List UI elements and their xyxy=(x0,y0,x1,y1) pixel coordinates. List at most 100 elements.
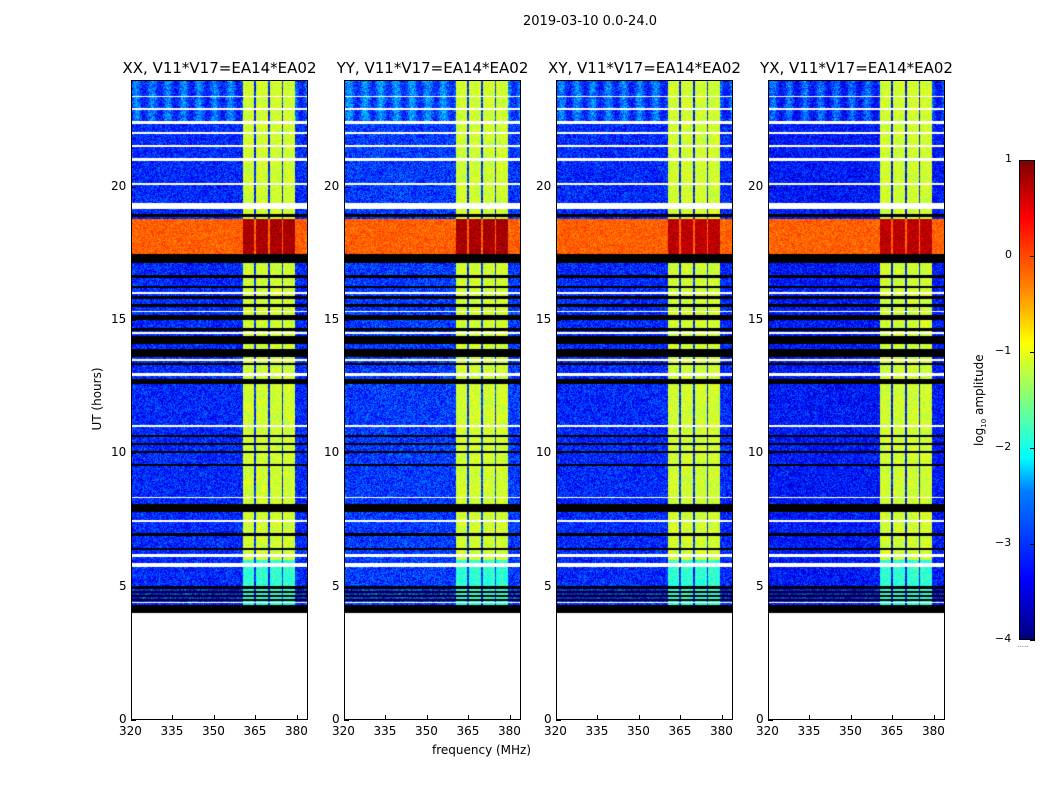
x-tick-mark xyxy=(509,715,511,720)
x-tick-label: 365 xyxy=(668,724,692,738)
colorbar-label-log: log xyxy=(971,427,986,447)
y-tick-label: 20 xyxy=(536,178,552,193)
y-tick-label: 15 xyxy=(324,312,340,326)
x-tick-mark xyxy=(172,715,174,720)
y-tick-label: 0 xyxy=(756,712,764,726)
panel-title: YX, V11*V17=EA14*EA02 xyxy=(760,59,953,77)
x-tick-mark xyxy=(892,715,894,720)
x-tick-label: 320 xyxy=(544,724,567,738)
y-tick-mark xyxy=(556,586,561,588)
colorbar-tick-label: 0 xyxy=(1005,248,1012,261)
colorbar-tick-mark xyxy=(1030,256,1035,257)
x-axis-label: frequency (MHz) xyxy=(432,743,532,757)
x-tick-label: 365 xyxy=(880,724,904,738)
spectrogram-panel xyxy=(344,80,521,720)
x-tick-label: 380 xyxy=(284,724,308,738)
y-tick-label: 15 xyxy=(748,312,764,326)
y-tick-mark xyxy=(556,320,561,321)
y-tick-label: 15 xyxy=(111,312,127,326)
y-tick-label: 10 xyxy=(324,445,340,460)
y-tick-label: 10 xyxy=(748,445,764,460)
y-tick-mark xyxy=(768,453,773,455)
x-tick-mark xyxy=(809,715,811,720)
x-tick-label: 320 xyxy=(332,724,355,738)
colorbar-tick-label: −3 xyxy=(995,536,1012,549)
y-tick-label: 0 xyxy=(544,712,552,726)
y-axis-label: UT (hours) xyxy=(90,367,104,431)
y-tick-mark xyxy=(768,320,773,321)
y-tick-mark xyxy=(768,586,773,588)
y-tick-mark xyxy=(768,186,773,188)
y-tick-label: 5 xyxy=(544,578,552,593)
colorbar-label-rest: amplitude xyxy=(971,354,986,419)
colorbar-tick-label: −1 xyxy=(995,344,1012,357)
y-tick-mark xyxy=(344,453,349,455)
x-tick-mark xyxy=(385,715,387,720)
y-tick-mark xyxy=(131,720,136,721)
x-tick-mark xyxy=(213,715,215,720)
y-tick-label: 0 xyxy=(119,712,127,726)
y-tick-label: 5 xyxy=(756,578,764,593)
y-tick-mark xyxy=(344,320,349,321)
x-tick-label: 380 xyxy=(921,724,945,738)
x-tick-mark xyxy=(721,715,723,720)
y-tick-mark xyxy=(131,186,136,188)
x-tick-label: 365 xyxy=(456,724,480,738)
x-tick-mark xyxy=(597,715,599,720)
x-tick-label: 320 xyxy=(756,724,779,738)
y-tick-mark xyxy=(344,720,349,721)
y-tick-mark xyxy=(556,186,561,188)
y-tick-label: 10 xyxy=(536,445,552,460)
panel-title: XY, V11*V17=EA14*EA02 xyxy=(548,59,741,77)
x-tick-label: 350 xyxy=(838,724,862,738)
x-tick-label: 365 xyxy=(243,724,267,738)
y-tick-label: 5 xyxy=(332,578,340,593)
figure: 2019-03-10 0.0-24.0 XX, V11*V17=EA14*EA0… xyxy=(0,0,1050,800)
x-tick-label: 350 xyxy=(626,724,650,738)
y-tick-label: 20 xyxy=(324,178,340,193)
y-tick-label: 20 xyxy=(748,178,764,193)
colorbar-tick-label: −4 xyxy=(995,632,1012,645)
y-tick-mark xyxy=(131,453,136,455)
colorbar-label-sub: 10 xyxy=(980,418,989,428)
colorbar-tick-mark xyxy=(1030,544,1035,545)
y-tick-label: 0 xyxy=(332,712,340,726)
x-tick-mark xyxy=(426,715,428,720)
heatmap-image xyxy=(132,81,307,719)
x-tick-mark xyxy=(850,715,852,720)
y-tick-label: 10 xyxy=(111,445,127,460)
colorbar xyxy=(1019,160,1035,640)
colorbar-tick-mark xyxy=(1030,448,1035,449)
spectrogram-panel xyxy=(768,80,945,720)
x-tick-label: 335 xyxy=(797,724,821,738)
x-tick-mark xyxy=(255,715,257,720)
x-tick-label: 335 xyxy=(373,724,397,738)
panel-title: XX, V11*V17=EA14*EA02 xyxy=(122,59,317,77)
x-tick-mark xyxy=(933,715,935,720)
colorbar-tick-mark xyxy=(1030,160,1035,161)
x-tick-mark xyxy=(638,715,640,720)
y-tick-label: 15 xyxy=(536,312,552,326)
x-tick-label: 335 xyxy=(585,724,609,738)
x-tick-mark xyxy=(680,715,682,720)
colorbar-tick-mark xyxy=(1030,352,1035,353)
x-tick-label: 380 xyxy=(709,724,733,738)
colorbar-extension-marker: ...... xyxy=(1017,640,1029,650)
x-tick-mark xyxy=(296,715,298,720)
y-tick-mark xyxy=(344,186,349,188)
x-tick-label: 335 xyxy=(160,724,184,738)
x-tick-label: 350 xyxy=(201,724,225,738)
x-tick-label: 350 xyxy=(414,724,438,738)
x-tick-label: 320 xyxy=(119,724,142,738)
y-tick-mark xyxy=(131,320,136,321)
heatmap-image xyxy=(769,81,944,719)
colorbar-tick-label: −2 xyxy=(995,440,1012,453)
colorbar-tick-mark xyxy=(1030,640,1035,641)
y-tick-mark xyxy=(131,586,136,588)
y-tick-mark xyxy=(768,720,773,721)
heatmap-image xyxy=(345,81,520,719)
y-tick-mark xyxy=(556,720,561,721)
y-tick-label: 5 xyxy=(119,578,127,593)
x-tick-label: 380 xyxy=(497,724,521,738)
colorbar-label: log10 amplitude xyxy=(972,345,988,455)
